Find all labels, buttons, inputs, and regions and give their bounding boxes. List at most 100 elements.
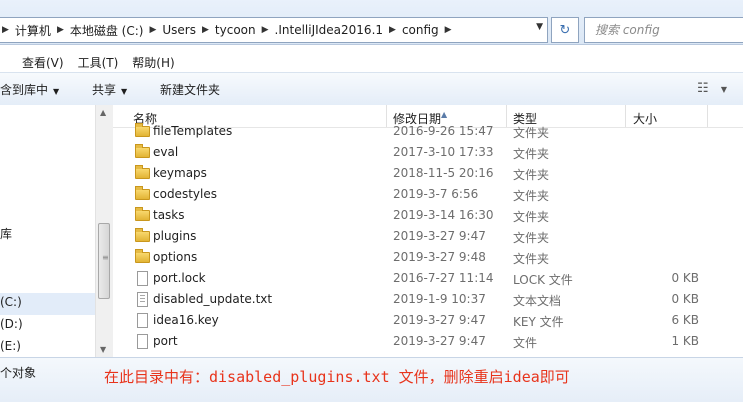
sort-ascending-icon: ▲ <box>441 110 448 119</box>
refresh-button[interactable]: ↻ <box>551 17 579 43</box>
chevron-right-icon[interactable]: ▶ <box>2 25 9 35</box>
view-controls: ☷ ▼ <box>689 81 727 96</box>
file-type: 文件夹 <box>513 168 550 182</box>
breadcrumb-computer[interactable]: 计算机 <box>15 22 51 39</box>
file-row[interactable]: fileTemplates 2016-9-26 15:47 文件夹 <box>113 121 743 142</box>
nav-item-drive-c[interactable]: (C:) <box>0 293 95 315</box>
file-type: LOCK 文件 <box>513 273 573 287</box>
file-modified: 2016-9-26 15:47 <box>393 124 494 138</box>
include-in-library-label: 含到库中 <box>0 83 49 97</box>
file-size: 0 KB <box>671 271 699 285</box>
file-name: eval <box>153 145 179 159</box>
new-folder-label: 新建文件夹 <box>160 83 221 97</box>
navigation-pane: 库 (C:) (D:) (E:) <box>0 105 95 357</box>
file-row[interactable]: options 2019-3-27 9:48 文件夹 <box>113 247 743 268</box>
nav-item-drive-e[interactable]: (E:) <box>0 339 21 353</box>
file-name: plugins <box>153 229 197 243</box>
file-row[interactable]: tasks 2019-3-14 16:30 文件夹 <box>113 205 743 226</box>
file-modified: 2019-3-14 16:30 <box>393 208 494 222</box>
chevron-down-icon: ▼ <box>53 87 60 96</box>
change-view-icon[interactable]: ☷ <box>697 81 709 96</box>
file-modified: 2018-11-5 20:16 <box>393 166 494 180</box>
file-icon <box>137 313 148 328</box>
address-area: ▶ 计算机 ▶ 本地磁盘 (C:) ▶ Users ▶ tycoon ▶ .In… <box>0 0 743 45</box>
file-modified: 2019-3-27 9:47 <box>393 313 486 327</box>
file-row[interactable]: idea16.key 2019-3-27 9:47 KEY 文件 6 KB <box>113 310 743 331</box>
status-bar: 个对象 在此目录中有：disabled_plugins.txt 文件，删除重启i… <box>0 357 743 402</box>
file-name: codestyles <box>153 187 217 201</box>
file-type: KEY 文件 <box>513 315 564 329</box>
file-type: 文件夹 <box>513 231 550 245</box>
file-icon <box>137 334 148 349</box>
file-row[interactable]: disabled_update.txt 2019-1-9 10:37 文本文档 0 K… <box>113 289 743 310</box>
command-toolbar: 含到库中 ▼ 共享 ▼ 新建文件夹 ☷ ▼ <box>0 72 743 106</box>
menu-bar: 查看(V) 工具(T) 帮助(H) <box>0 52 743 72</box>
scroll-down-icon[interactable]: ▼ <box>100 345 106 354</box>
folder-icon <box>135 207 150 221</box>
file-name: port <box>153 334 178 348</box>
annotation-text: 在此目录中有：disabled_plugins.txt 文件，删除重启idea即… <box>104 368 570 386</box>
file-modified: 2019-1-9 10:37 <box>393 292 486 306</box>
nav-scrollbar[interactable]: ▲ ≡ ▼ <box>95 105 113 357</box>
breadcrumb: ▶ 计算机 ▶ 本地磁盘 (C:) ▶ Users ▶ tycoon ▶ .In… <box>0 18 458 42</box>
chevron-down-icon[interactable]: ▼ <box>536 22 543 32</box>
search-box[interactable] <box>584 17 743 43</box>
menu-view[interactable]: 查看(V) <box>22 54 64 71</box>
scroll-up-icon[interactable]: ▲ <box>100 108 106 117</box>
file-name: disabled_update.txt <box>153 292 273 306</box>
file-icon <box>137 271 148 286</box>
file-row[interactable]: port.lock 2016-7-27 11:14 LOCK 文件 0 KB <box>113 268 743 289</box>
menu-help[interactable]: 帮助(H) <box>132 54 174 71</box>
menu-tools[interactable]: 工具(T) <box>78 54 119 71</box>
file-row[interactable]: keymaps 2018-11-5 20:16 文件夹 <box>113 163 743 184</box>
file-row[interactable]: port 2019-3-27 9:47 文件 1 KB <box>113 331 743 352</box>
file-modified: 2019-3-7 6:56 <box>393 187 479 201</box>
breadcrumb-intellij[interactable]: .IntelliJIdea2016.1 <box>275 23 383 37</box>
share-button[interactable]: 共享 ▼ <box>92 81 127 98</box>
text-file-icon <box>137 292 148 307</box>
new-folder-button[interactable]: 新建文件夹 <box>160 81 220 98</box>
file-size: 6 KB <box>671 313 699 327</box>
breadcrumb-drive-c[interactable]: 本地磁盘 (C:) <box>70 22 144 39</box>
chevron-right-icon[interactable]: ▶ <box>389 25 396 35</box>
file-size: 1 KB <box>671 334 699 348</box>
folder-icon <box>135 228 150 242</box>
nav-item-library[interactable]: 库 <box>0 225 12 242</box>
file-row[interactable]: eval 2017-3-10 17:33 文件夹 <box>113 142 743 163</box>
folder-icon <box>135 144 150 158</box>
file-row[interactable]: codestyles 2019-3-7 6:56 文件夹 <box>113 184 743 205</box>
breadcrumb-users[interactable]: Users <box>162 23 196 37</box>
file-row[interactable]: plugins 2019-3-27 9:47 文件夹 <box>113 226 743 247</box>
breadcrumb-tycoon[interactable]: tycoon <box>215 23 256 37</box>
chevron-right-icon[interactable]: ▶ <box>149 25 156 35</box>
chevron-right-icon[interactable]: ▶ <box>262 25 269 35</box>
include-in-library-button[interactable]: 含到库中 ▼ <box>0 81 59 98</box>
file-type: 文件夹 <box>513 252 550 266</box>
file-modified: 2016-7-27 11:14 <box>393 271 494 285</box>
file-name: options <box>153 250 198 264</box>
item-count: 个对象 <box>0 366 37 380</box>
file-modified: 2017-3-10 17:33 <box>393 145 494 159</box>
file-type: 文本文档 <box>513 294 562 308</box>
chevron-right-icon[interactable]: ▶ <box>57 25 64 35</box>
breadcrumb-config[interactable]: config <box>402 23 439 37</box>
nav-drive-c-label: (C:) <box>0 295 22 309</box>
file-list: 名称 ▲ 修改日期 类型 大小 fileTemplates 2016-9-26 1… <box>113 105 743 357</box>
address-bar[interactable]: ▶ 计算机 ▶ 本地磁盘 (C:) ▶ Users ▶ tycoon ▶ .In… <box>0 17 548 43</box>
file-type: 文件 <box>513 336 538 350</box>
file-modified: 2019-3-27 9:47 <box>393 334 486 348</box>
folder-icon <box>135 186 150 200</box>
scrollbar-thumb[interactable]: ≡ <box>98 223 110 299</box>
file-modified: 2019-3-27 9:47 <box>393 229 486 243</box>
chevron-down-icon[interactable]: ▼ <box>721 85 727 94</box>
folder-icon <box>135 165 150 179</box>
file-name: tasks <box>153 208 185 222</box>
file-type: 文件夹 <box>513 147 550 161</box>
chevron-right-icon[interactable]: ▶ <box>202 25 209 35</box>
file-type: 文件夹 <box>513 126 550 140</box>
folder-icon <box>135 123 150 137</box>
file-modified: 2019-3-27 9:48 <box>393 250 486 264</box>
search-input[interactable] <box>593 22 737 38</box>
chevron-right-icon[interactable]: ▶ <box>445 25 452 35</box>
nav-item-drive-d[interactable]: (D:) <box>0 317 23 331</box>
